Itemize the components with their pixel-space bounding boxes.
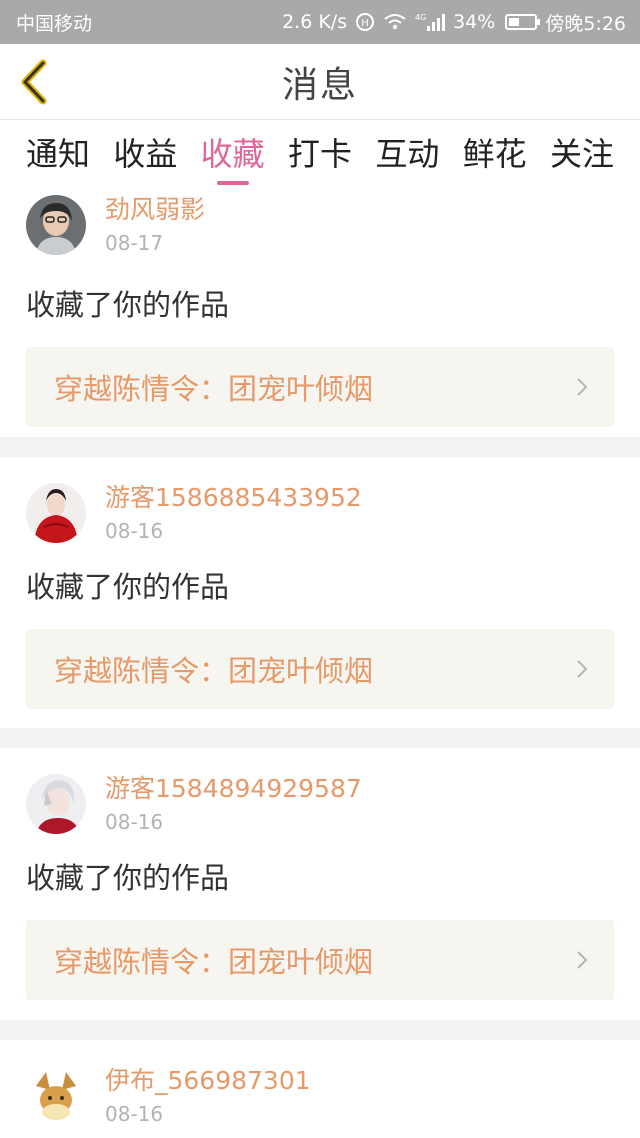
message-date: 08-16 [105,810,164,834]
tab-follow[interactable]: 关注 [550,121,614,187]
work-title: 穿越陈情令：团宠叶倾烟 [54,372,374,406]
status-indicators: 2.6 K/s H 4G 34% 傍晚5:26 [282,9,626,36]
work-link[interactable]: 穿越陈情令：团宠叶倾烟 [26,629,614,709]
message-date: 08-16 [105,1102,164,1126]
work-link[interactable]: 穿越陈情令：团宠叶倾烟 [26,920,614,1000]
work-link[interactable]: 穿越陈情令：团宠叶倾烟 [26,347,614,427]
carrier-label: 中国移动 [16,12,93,35]
clock: 傍晚5:26 [545,12,626,35]
divider [0,437,640,457]
message-list: 劲风弱影 08-17 收藏了你的作品 穿越陈情令：团宠叶倾烟 游客1586885… [0,187,640,1138]
action-text: 收藏了你的作品 [26,288,230,322]
username[interactable]: 劲风弱影 [105,195,205,225]
chevron-right-icon [576,950,588,970]
signal-icon: 4G [415,12,446,32]
back-button[interactable] [14,58,54,106]
avatar[interactable] [26,195,86,255]
chevron-left-icon [21,59,47,105]
avatar[interactable] [26,483,86,543]
avatar[interactable] [26,774,86,834]
divider [0,1020,640,1040]
divider [0,728,640,748]
nav-bar: 消息 [0,44,640,120]
chevron-right-icon [576,659,588,679]
tab-interaction[interactable]: 互动 [375,121,439,187]
message-card: 劲风弱影 08-17 收藏了你的作品 穿越陈情令：团宠叶倾烟 [0,187,640,437]
chevron-right-icon [576,377,588,397]
action-text: 收藏了你的作品 [26,861,230,895]
avatar[interactable] [26,1066,86,1126]
tab-bar: 通知 收益 收藏 打卡 互动 鲜花 关注 [0,121,640,187]
battery-icon [505,14,541,30]
username[interactable]: 伊布_566987301 [105,1066,311,1096]
card-header: 劲风弱影 08-17 [26,187,614,271]
tab-favorites[interactable]: 收藏 [201,121,265,187]
page-title: 消息 [281,64,358,106]
tab-flowers[interactable]: 鲜花 [463,121,527,187]
svg-text:H: H [361,18,369,29]
message-card: 伊布_566987301 08-16 [0,1040,640,1138]
work-title: 穿越陈情令：团宠叶倾烟 [54,945,374,979]
wifi-icon [383,12,407,32]
tab-earnings[interactable]: 收益 [113,121,177,187]
username[interactable]: 游客1586885433952 [105,483,362,513]
work-title: 穿越陈情令：团宠叶倾烟 [54,654,374,688]
tab-notification[interactable]: 通知 [26,121,90,187]
message-card: 游客1584894929587 08-16 收藏了你的作品 穿越陈情令：团宠叶倾… [0,748,640,1020]
message-date: 08-16 [105,519,164,543]
card-header: 伊布_566987301 08-16 [26,1040,614,1138]
message-date: 08-17 [105,231,164,255]
network-type: 4G [415,13,426,22]
card-header: 游客1584894929587 08-16 [26,748,614,852]
message-card: 游客1586885433952 08-16 收藏了你的作品 穿越陈情令：团宠叶倾… [0,457,640,728]
battery-percent: 34% [453,11,496,33]
action-text: 收藏了你的作品 [26,570,230,604]
status-bar: 中国移动 2.6 K/s H 4G 34% 傍晚5:26 [0,0,640,44]
card-header: 游客1586885433952 08-16 [26,457,614,561]
tab-checkin[interactable]: 打卡 [288,121,352,187]
username[interactable]: 游客1584894929587 [105,774,362,804]
network-speed: 2.6 K/s [282,11,348,33]
hd-icon: H [355,12,375,32]
